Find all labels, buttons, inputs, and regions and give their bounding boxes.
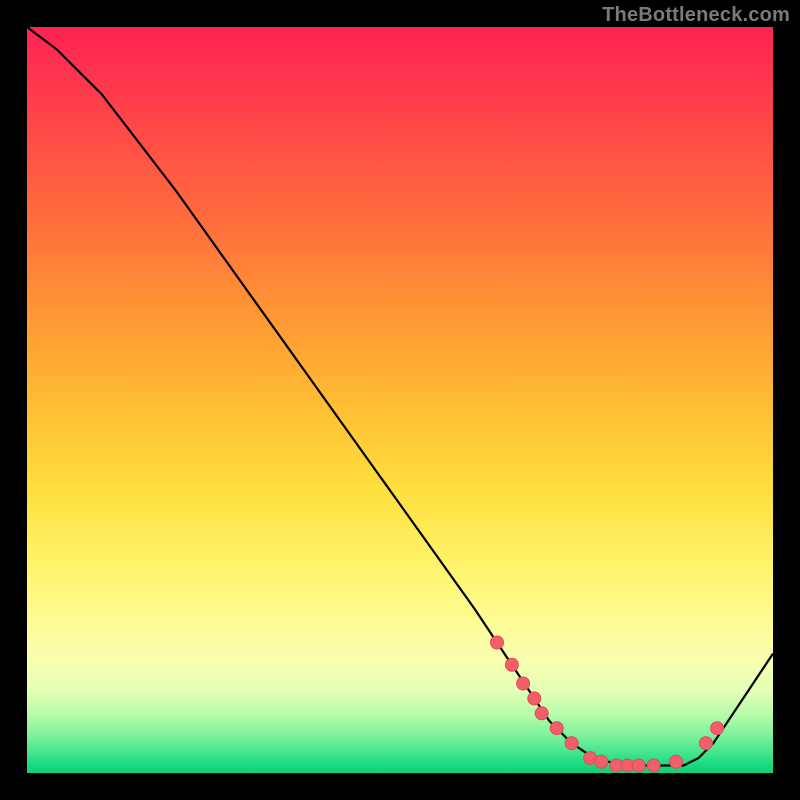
highlight-dot	[711, 722, 724, 735]
highlight-dot	[535, 707, 548, 720]
highlight-dot	[565, 737, 578, 750]
highlight-dot	[550, 722, 563, 735]
watermark-text: TheBottleneck.com	[602, 4, 790, 27]
chart-svg	[27, 27, 773, 773]
highlight-dot	[517, 677, 530, 690]
highlighted-points-group	[491, 636, 724, 772]
plot-area	[27, 27, 773, 773]
highlight-dot	[647, 759, 660, 772]
highlight-dot	[670, 755, 683, 768]
highlight-dot	[595, 755, 608, 768]
highlight-dot	[699, 737, 712, 750]
highlight-dot	[491, 636, 504, 649]
highlight-dot	[632, 759, 645, 772]
bottleneck-curve-line	[27, 27, 773, 766]
highlight-dot	[505, 658, 518, 671]
highlight-dot	[528, 692, 541, 705]
chart-frame: TheBottleneck.com	[0, 0, 800, 800]
